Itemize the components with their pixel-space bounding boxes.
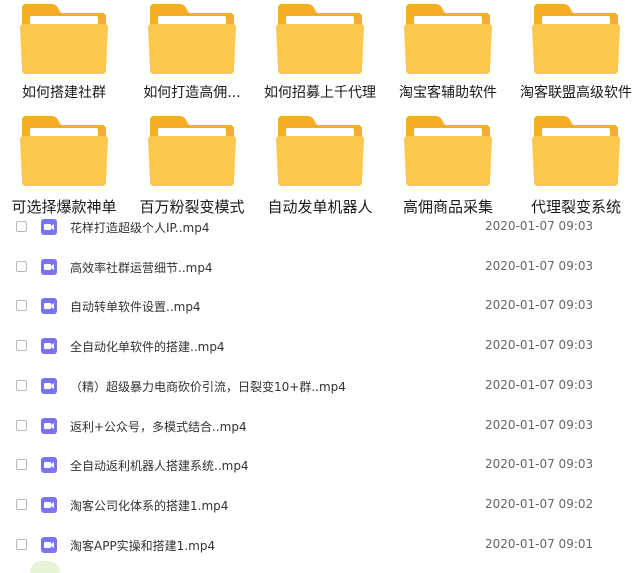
folder-label: 淘宝客辅助软件 xyxy=(399,85,497,101)
video-file-icon xyxy=(40,297,58,315)
file-name[interactable]: 全自动化单软件的搭建..mp4 xyxy=(70,338,225,355)
folder-item[interactable]: 可选择爆款神单 xyxy=(0,112,128,216)
folder-item[interactable]: 高佣商品采集 xyxy=(384,112,512,216)
folder-item[interactable]: 百万粉裂变模式 xyxy=(128,112,256,216)
video-file-icon xyxy=(40,417,58,435)
folder-icon xyxy=(274,114,366,188)
file-name[interactable]: 淘客公司化体系的搭建1.mp4 xyxy=(70,497,228,514)
file-row[interactable]: 花样打造超级个人IP..mp4 2020-01-07 09:03 xyxy=(0,207,640,247)
folder-item[interactable]: 代理裂变系统 xyxy=(512,112,640,216)
file-date: 2020-01-07 09:03 xyxy=(485,457,594,471)
file-name[interactable]: 全自动返利机器人搭建系统..mp4 xyxy=(70,457,249,474)
file-date: 2020-01-07 09:03 xyxy=(485,378,594,392)
folder-label: 如何打造高佣... xyxy=(143,85,241,101)
file-row[interactable]: 淘客APP实操和搭建1.mp4 2020-01-07 09:01 xyxy=(0,525,640,565)
checkbox[interactable] xyxy=(16,221,27,232)
folder-icon xyxy=(18,2,110,76)
file-date: 2020-01-07 09:02 xyxy=(485,497,594,511)
video-file-icon xyxy=(40,218,58,236)
video-file-icon xyxy=(40,337,58,355)
file-date: 2020-01-07 09:03 xyxy=(485,418,594,432)
folder-item[interactable]: 如何搭建社群 xyxy=(0,0,128,104)
folder-label: 如何搭建社群 xyxy=(22,85,106,101)
folder-icon xyxy=(18,114,110,188)
file-row[interactable]: 高效率社群运营细节..mp4 2020-01-07 09:03 xyxy=(0,247,640,287)
video-file-icon xyxy=(40,377,58,395)
folder-icon xyxy=(146,114,238,188)
file-date: 2020-01-07 09:03 xyxy=(485,259,594,273)
checkbox[interactable] xyxy=(16,539,27,550)
video-file-icon xyxy=(40,456,58,474)
file-date: 2020-01-07 09:03 xyxy=(485,298,594,312)
folder-item[interactable]: 淘宝客辅助软件 xyxy=(384,0,512,104)
file-date: 2020-01-07 09:03 xyxy=(485,338,594,352)
file-date: 2020-01-07 09:03 xyxy=(485,219,594,233)
checkbox[interactable] xyxy=(16,300,27,311)
file-name[interactable]: （精）超级暴力电商砍价引流，日裂变10+群..mp4 xyxy=(70,378,346,395)
checkbox[interactable] xyxy=(16,261,27,272)
file-name[interactable]: 花样打造超级个人IP..mp4 xyxy=(70,219,209,236)
file-row[interactable]: （精）超级暴力电商砍价引流，日裂变10+群..mp4 2020-01-07 09… xyxy=(0,366,640,406)
folder-icon xyxy=(530,114,622,188)
file-name[interactable]: 返利+公众号，多模式结合..mp4 xyxy=(70,418,247,435)
folder-icon xyxy=(530,2,622,76)
folder-item[interactable]: 自动发单机器人 xyxy=(256,112,384,216)
file-row[interactable]: 自动转单软件设置..mp4 2020-01-07 09:03 xyxy=(0,286,640,326)
file-name[interactable]: 自动转单软件设置..mp4 xyxy=(70,298,201,315)
checkbox[interactable] xyxy=(16,499,27,510)
file-row[interactable]: 全自动返利机器人搭建系统..mp4 2020-01-07 09:03 xyxy=(0,445,640,485)
folder-label: 淘客联盟高级软件 xyxy=(520,85,632,101)
folder-item[interactable]: 如何招募上千代理 xyxy=(256,0,384,104)
folder-icon xyxy=(402,114,494,188)
folder-item[interactable]: 如何打造高佣... xyxy=(128,0,256,104)
video-file-icon xyxy=(40,496,58,514)
folder-icon xyxy=(146,2,238,76)
file-name[interactable]: 淘客APP实操和搭建1.mp4 xyxy=(70,537,215,554)
file-name[interactable]: 高效率社群运营细节..mp4 xyxy=(70,259,213,276)
folder-item[interactable]: 淘客联盟高级软件 xyxy=(512,0,640,104)
checkbox[interactable] xyxy=(16,340,27,351)
file-row[interactable]: 淘客公司化体系的搭建1.mp4 2020-01-07 09:02 xyxy=(0,485,640,525)
checkbox[interactable] xyxy=(16,380,27,391)
file-row[interactable]: 全自动化单软件的搭建..mp4 2020-01-07 09:03 xyxy=(0,326,640,366)
folder-label: 如何招募上千代理 xyxy=(264,85,376,101)
video-file-icon xyxy=(40,536,58,554)
video-file-icon xyxy=(40,258,58,276)
file-row[interactable]: 返利+公众号，多模式结合..mp4 2020-01-07 09:03 xyxy=(0,406,640,446)
checkbox[interactable] xyxy=(16,420,27,431)
checkbox[interactable] xyxy=(16,459,27,470)
file-date: 2020-01-07 09:01 xyxy=(485,537,594,551)
partial-element xyxy=(30,561,60,573)
folder-icon xyxy=(402,2,494,76)
folder-icon xyxy=(274,2,366,76)
